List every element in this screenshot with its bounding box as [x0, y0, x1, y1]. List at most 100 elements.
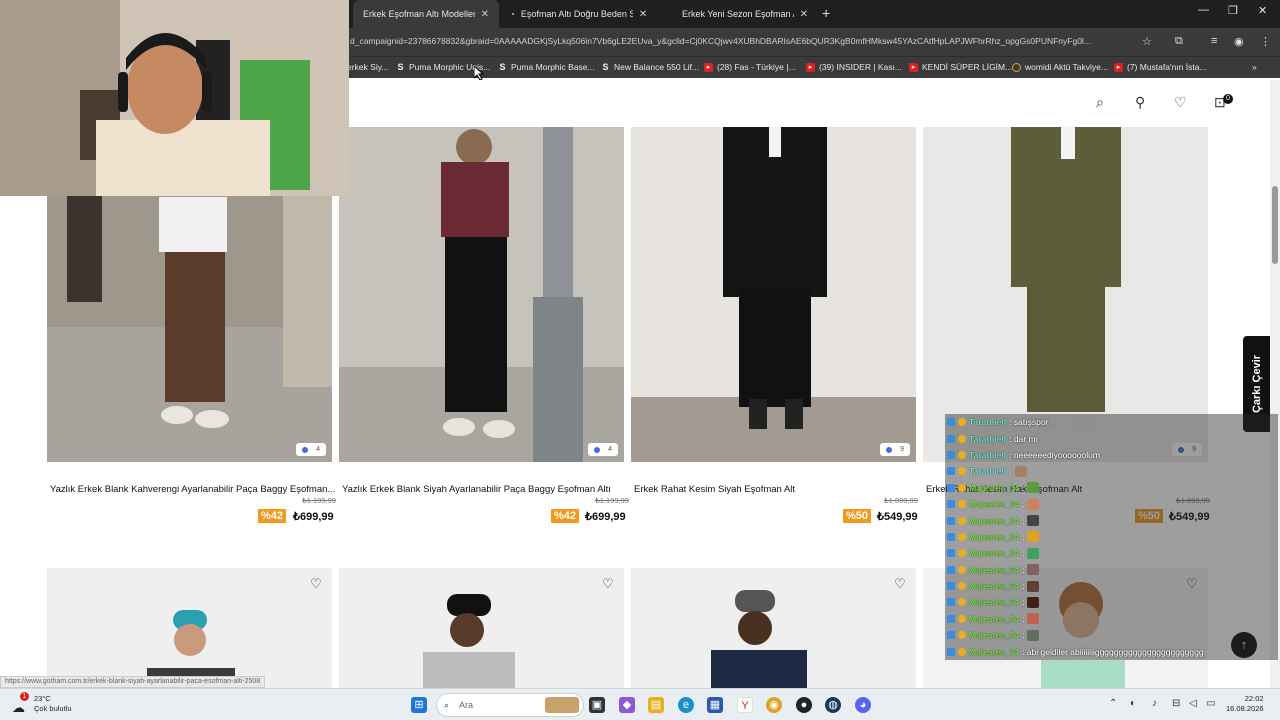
coin-badge-icon: [958, 565, 966, 574]
tab-2[interactable]: ◔ Eşofman Altı Doğru Beden Seçi ✕: [500, 0, 660, 28]
color-swatch[interactable]: 4: [296, 443, 326, 456]
chat-username[interactable]: Majestee_34: [969, 516, 1019, 526]
bookmark-item[interactable]: erkek Siy...: [347, 62, 388, 72]
windows-start-icon[interactable]: ⊞: [411, 697, 427, 713]
chat-username[interactable]: Tarathiell: [969, 450, 1006, 460]
chat-username[interactable]: Majestee_34: [969, 581, 1019, 591]
bookmark-item[interactable]: ▸ (39) INSIDER | Kası...: [806, 62, 902, 72]
chat-username[interactable]: Majestee_34: [969, 614, 1019, 624]
chrome-icon[interactable]: ◉: [766, 697, 782, 713]
bookmark-item[interactable]: S New Balance 550 Lif...: [601, 62, 699, 72]
product-image[interactable]: ♡: [339, 568, 624, 688]
bookmark-item[interactable]: S Puma Morphic Base...: [498, 62, 595, 72]
coin-badge-icon: [958, 582, 966, 591]
chat-text: :: [1009, 466, 1012, 477]
copilot-icon[interactable]: ◆: [619, 697, 635, 713]
stream-chat-overlay: Tarathiell: satışspor Tarathiell: dar mı T…: [945, 414, 1278, 662]
wishlist-heart-icon[interactable]: ♡: [310, 576, 322, 592]
chat-username[interactable]: Majestee_34: [969, 597, 1019, 607]
wishlist-heart-icon[interactable]: ♡: [602, 576, 614, 592]
file-explorer-icon[interactable]: ▤: [648, 697, 664, 713]
chat-text: :: [1022, 597, 1025, 608]
subscriber-badge-icon: [947, 483, 955, 492]
tray-chevron-icon[interactable]: ⌃: [1109, 698, 1117, 709]
star-icon[interactable]: ☆: [1142, 35, 1152, 48]
bookmark-item[interactable]: ▸ KENDİ SÜPER LİGİM...: [909, 62, 1012, 72]
subscriber-badge-icon: [947, 532, 955, 541]
product-name[interactable]: Yazlık Erkek Blank Siyah Ayarlanabilir P…: [342, 484, 627, 495]
coin-badge-icon: [958, 450, 966, 459]
tray-app-icon[interactable]: ◐: [1130, 698, 1136, 709]
task-view-icon[interactable]: ▣: [589, 697, 605, 713]
product-image[interactable]: ♡: [47, 568, 332, 688]
extensions-icon[interactable]: ⧉: [1175, 35, 1183, 48]
weather-icon[interactable]: ☁: [12, 700, 25, 716]
profile-avatar-icon[interactable]: ◉: [1234, 35, 1244, 48]
product-name[interactable]: Yazlık Erkek Blank Kahverengi Ayarlanabi…: [50, 484, 335, 495]
bookmark-item[interactable]: womidi Aktü Takviye...: [1012, 62, 1108, 72]
tab-3[interactable]: Erkek Yeni Sezon Eşofman Altı ✕: [672, 0, 818, 28]
search-icon[interactable]: ⌕: [1096, 94, 1104, 111]
more-bookmarks-icon[interactable]: »: [1252, 62, 1257, 72]
reading-list-icon[interactable]: ≡: [1211, 35, 1217, 47]
product-image[interactable]: 9: [923, 127, 1208, 462]
product-image[interactable]: 9: [631, 127, 916, 462]
bookmark-item[interactable]: ▸ (7) Mustafa'nın İsta...: [1114, 62, 1207, 72]
wishlist-heart-icon[interactable]: ♡: [894, 576, 906, 592]
chat-emote-icon: [1027, 629, 1040, 641]
url-field[interactable]: d_campaignid=23786678832&gbraid=0AAAAADG…: [350, 36, 1130, 46]
chat-username[interactable]: Majestee_34: [969, 532, 1019, 542]
color-swatch[interactable]: 9: [880, 443, 910, 456]
bookmark-label: womidi Aktü Takviye...: [1025, 62, 1108, 72]
menu-kebab-icon[interactable]: ⋮: [1260, 35, 1271, 48]
product-name[interactable]: Erkek Rahat Kesim Siyah Eşofman Alt: [634, 484, 919, 495]
subscriber-badge-icon: [947, 450, 955, 459]
subscriber-badge-icon: [947, 565, 955, 574]
chat-text: :: [1022, 531, 1025, 542]
tab-close-icon[interactable]: ✕: [639, 9, 647, 20]
steam-icon[interactable]: ◍: [825, 697, 841, 713]
chat-username[interactable]: Tarathiell: [969, 417, 1006, 427]
taskbar-search[interactable]: ⌕ Ara: [436, 693, 584, 717]
chat-username[interactable]: Majestee_34: [969, 565, 1019, 575]
tab-1[interactable]: Erkek Eşofman Altı Modelleri | G ✕: [353, 0, 499, 28]
battery-icon[interactable]: ▭: [1206, 698, 1215, 709]
color-swatch[interactable]: 4: [588, 443, 618, 456]
chat-username[interactable]: Tarathiell: [969, 466, 1006, 476]
chat-text: :: [1022, 613, 1025, 624]
volume-icon[interactable]: ◁: [1189, 698, 1197, 709]
edge-icon[interactable]: e: [678, 697, 694, 713]
store-icon[interactable]: ▦: [707, 697, 723, 713]
system-clock[interactable]: 22:02 16.08.2026: [1226, 694, 1264, 714]
product-image[interactable]: 4: [339, 127, 624, 462]
close-window-icon[interactable]: ✕: [1258, 4, 1267, 17]
maximize-icon[interactable]: ❐: [1228, 4, 1238, 17]
chat-username[interactable]: Majestee_34: [969, 647, 1019, 657]
yandex-icon[interactable]: Y: [737, 697, 753, 713]
chat-username[interactable]: Majestee_34: [969, 499, 1019, 509]
tab-close-icon[interactable]: ✕: [800, 9, 808, 20]
chat-username[interactable]: Majestee_34: [969, 630, 1019, 640]
windows-taskbar: 1 ☁ 23°C Çok bulutlu ⊞ ⌕ Ara ▣ ◆ ▤ e ▦ Y…: [0, 688, 1280, 720]
chat-username[interactable]: Majestee_34: [969, 548, 1019, 558]
network-icon[interactable]: ⊟: [1172, 698, 1180, 709]
chat-emote-icon: [1027, 580, 1040, 592]
product-image[interactable]: ♡: [631, 568, 916, 688]
heart-icon[interactable]: ♡: [1174, 94, 1187, 111]
minimize-icon[interactable]: —: [1198, 4, 1209, 16]
obs-icon[interactable]: ●: [796, 697, 812, 713]
user-icon[interactable]: ⚲: [1135, 94, 1145, 111]
chat-username[interactable]: Tarathiell: [969, 434, 1006, 444]
scrollbar-thumb[interactable]: [1272, 186, 1278, 264]
bookmark-item[interactable]: ▸ (28) Fas - Türkiye |...: [704, 62, 796, 72]
new-tab-icon[interactable]: +: [822, 5, 830, 21]
bookmark-label: Puma Morphic Base...: [511, 62, 595, 72]
discord-icon[interactable]: ◕: [855, 697, 871, 713]
tab-close-icon[interactable]: ✕: [481, 9, 489, 20]
color-count: 4: [608, 446, 612, 453]
coin-badge-icon: [958, 500, 966, 509]
chat-username[interactable]: Majestee_34: [969, 483, 1019, 493]
price: ₺699,99: [293, 511, 334, 523]
weather-widget[interactable]: 23°C Çok bulutlu: [34, 694, 72, 714]
microphone-icon[interactable]: ♪: [1152, 698, 1157, 709]
